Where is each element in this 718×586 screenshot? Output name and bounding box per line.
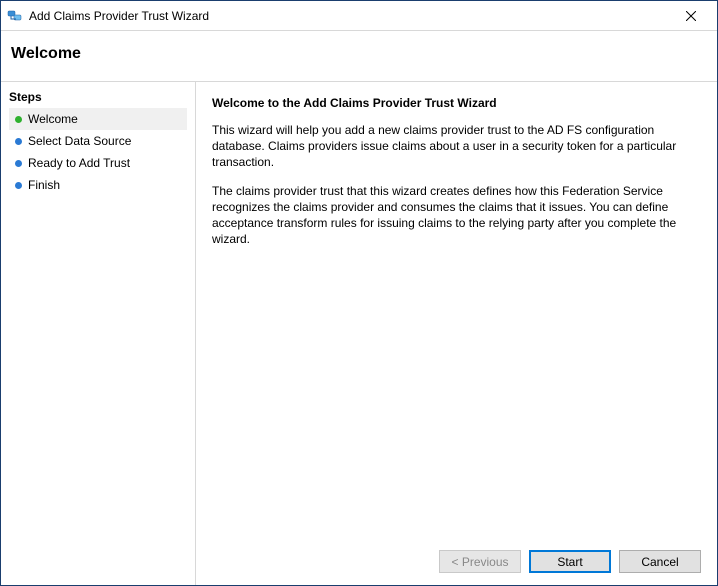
cancel-button[interactable]: Cancel xyxy=(619,550,701,573)
step-select-data-source[interactable]: Select Data Source xyxy=(9,130,187,152)
step-finish[interactable]: Finish xyxy=(9,174,187,196)
bullet-icon xyxy=(15,116,22,123)
start-button[interactable]: Start xyxy=(529,550,611,573)
steps-heading: Steps xyxy=(9,88,187,108)
previous-button: < Previous xyxy=(439,550,521,573)
bullet-icon xyxy=(15,182,22,189)
content-area: Steps Welcome Select Data Source Ready t… xyxy=(1,81,717,585)
step-label: Finish xyxy=(28,178,60,192)
main-panel: Welcome to the Add Claims Provider Trust… xyxy=(196,82,717,585)
step-welcome[interactable]: Welcome xyxy=(9,108,187,130)
titlebar: Add Claims Provider Trust Wizard xyxy=(1,1,717,31)
spacer xyxy=(212,259,701,542)
main-heading: Welcome to the Add Claims Provider Trust… xyxy=(212,96,701,110)
step-label: Welcome xyxy=(28,112,78,126)
main-paragraph-2: The claims provider trust that this wiza… xyxy=(212,183,701,248)
close-icon xyxy=(686,11,696,21)
step-label: Ready to Add Trust xyxy=(28,156,130,170)
window-title: Add Claims Provider Trust Wizard xyxy=(29,9,671,23)
close-button[interactable] xyxy=(671,2,711,30)
app-icon xyxy=(7,8,23,24)
bullet-icon xyxy=(15,160,22,167)
steps-sidebar: Steps Welcome Select Data Source Ready t… xyxy=(1,82,196,585)
main-paragraph-1: This wizard will help you add a new clai… xyxy=(212,122,701,171)
step-ready-to-add-trust[interactable]: Ready to Add Trust xyxy=(9,152,187,174)
button-row: < Previous Start Cancel xyxy=(212,542,701,573)
step-label: Select Data Source xyxy=(28,134,131,148)
page-title: Welcome xyxy=(1,31,717,81)
bullet-icon xyxy=(15,138,22,145)
